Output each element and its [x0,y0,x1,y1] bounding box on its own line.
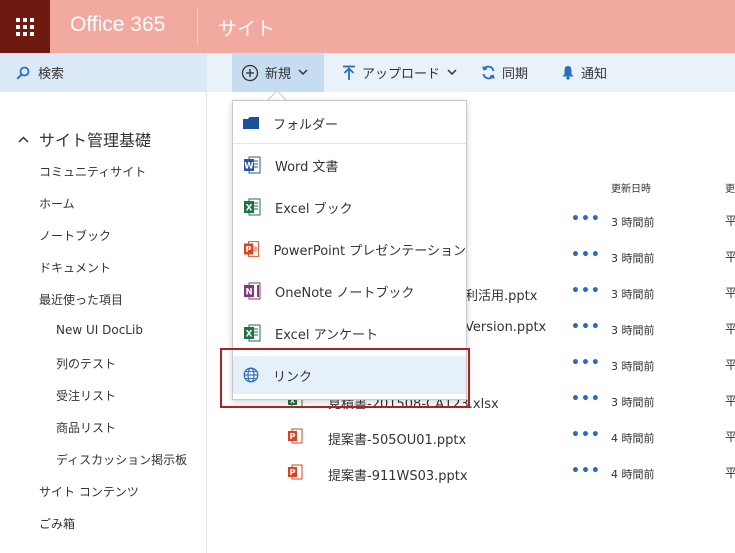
svg-text:P: P [246,245,252,254]
row-file-name[interactable]: 利活用.pptx [465,285,537,304]
chevron-down-icon [447,69,457,76]
excel-icon: X [244,198,261,216]
menu-item-excel-survey[interactable]: X Excel アンケート [233,314,466,352]
alert-button[interactable]: 通知 [561,53,607,92]
nav-item-recycle-bin[interactable]: ごみ箱 [39,515,75,532]
row-more-button[interactable]: ••• [571,319,601,335]
sync-button-label: 同期 [502,67,529,82]
nav-item-documents[interactable]: ドキュメント [39,259,111,276]
svg-text:X: X [246,330,253,340]
nav-heading[interactable]: サイト管理基礎 [18,127,151,151]
row-modified: 3 時間前 [611,252,655,265]
row-more-button[interactable]: ••• [571,355,601,371]
row-modified: 3 時間前 [611,324,655,337]
menu-item-label: OneNote ノートブック [275,285,415,301]
row-more-button[interactable]: ••• [571,211,601,227]
suite-bar: Office 365 サイト [0,0,735,53]
folder-icon [243,117,259,129]
row-more-button[interactable]: ••• [571,283,601,299]
row-file-name[interactable]: 提案書-911WS03.pptx [328,465,468,484]
menu-item-folder[interactable]: フォルダー [233,104,466,142]
nav-item-discussion[interactable]: ディスカッション掲示板 [56,451,187,468]
upload-button-label: アップロード [362,67,441,82]
row-file-name[interactable]: 提案書-505OU01.pptx [328,429,466,448]
left-navigation: サイト管理基礎 コミュニティサイト ホーム ノートブック ドキュメント 最近使っ… [0,92,207,553]
search-icon [16,66,30,80]
row-more-button[interactable]: ••• [571,463,601,479]
new-button-label: 新規 [265,67,292,82]
menu-divider [233,143,466,144]
row-modified-by: 平 [725,322,735,336]
section-title[interactable]: サイト [218,14,275,41]
nav-heading-label: サイト管理基礎 [39,131,152,150]
nav-item-column-test[interactable]: 列のテスト [56,355,116,372]
column-header-modified-by[interactable]: 更 [725,180,735,195]
row-modified-by: 平 [725,466,735,480]
chevron-down-icon [298,69,308,76]
powerpoint-file-icon: P [288,428,303,444]
row-more-button[interactable]: ••• [571,427,601,443]
menu-item-label: Word 文書 [275,159,339,175]
row-modified: 4 時間前 [611,432,655,445]
row-file-name[interactable]: Version.pptx [465,320,546,335]
search-label: 検索 [38,67,65,82]
nav-item-home[interactable]: ホーム [39,195,75,212]
menu-item-word[interactable]: W Word 文書 [233,146,466,184]
svg-text:X: X [246,204,253,214]
nav-item-new-ui-doclib[interactable]: New UI DocLib [56,323,143,337]
row-modified-by: 平 [725,250,735,264]
row-modified-by: 平 [725,358,735,372]
menu-item-excel[interactable]: X Excel ブック [233,188,466,226]
row-modified-by: 平 [725,214,735,228]
upload-button[interactable]: アップロード [342,53,457,92]
nav-item-recent[interactable]: 最近使った項目 [39,291,123,308]
menu-item-label: フォルダー [273,117,339,133]
menu-item-label: PowerPoint プレゼンテーション [273,243,466,259]
brand-title[interactable]: Office 365 [70,13,165,37]
word-icon: W [244,156,261,174]
row-more-button[interactable]: ••• [571,247,601,263]
menu-item-onenote[interactable]: N OneNote ノートブック [233,272,466,310]
alert-button-label: 通知 [581,67,608,82]
menu-item-powerpoint[interactable]: P PowerPoint プレゼンテーション [233,230,466,268]
plus-circle-icon [241,64,259,81]
menu-item-label: Excel ブック [275,201,353,217]
svg-text:W: W [244,162,254,172]
search-box[interactable]: 検索 [0,53,207,92]
app-launcher-button[interactable] [0,0,50,53]
svg-text:P: P [290,432,296,441]
excel-survey-icon: X [244,324,261,342]
nav-item-community[interactable]: コミュニティサイト [39,163,146,180]
nav-item-orders[interactable]: 受注リスト [56,387,116,404]
row-modified-by: 平 [725,430,735,444]
nav-item-notebook[interactable]: ノートブック [39,227,111,244]
nav-item-products[interactable]: 商品リスト [56,419,116,436]
row-modified: 3 時間前 [611,360,655,373]
row-modified: 3 時間前 [611,216,655,229]
chevron-up-icon [18,135,29,143]
menu-item-label: Excel アンケート [275,327,379,343]
sync-button[interactable]: 同期 [481,53,528,92]
bell-icon [562,66,574,80]
onenote-icon: N [244,282,261,300]
row-more-button[interactable]: ••• [571,391,601,407]
row-modified: 3 時間前 [611,288,655,301]
column-header-modified[interactable]: 更新日時 [611,180,651,195]
row-modified-by: 平 [725,394,735,408]
sync-icon [482,65,495,80]
powerpoint-file-icon: P [288,464,303,480]
new-button[interactable]: 新規 [232,53,324,92]
svg-text:N: N [245,288,252,298]
row-modified: 3 時間前 [611,396,655,409]
highlight-frame [220,348,470,408]
svg-text:P: P [290,468,296,477]
row-modified: 4 時間前 [611,468,655,481]
powerpoint-icon: P [243,241,260,257]
command-bar: 新規 アップロード 同期 通知 [207,53,735,92]
upload-arrow-icon [343,65,355,80]
nav-item-site-contents[interactable]: サイト コンテンツ [39,483,139,500]
waffle-icon [16,17,34,36]
suite-divider [197,8,198,46]
row-modified-by: 平 [725,286,735,300]
